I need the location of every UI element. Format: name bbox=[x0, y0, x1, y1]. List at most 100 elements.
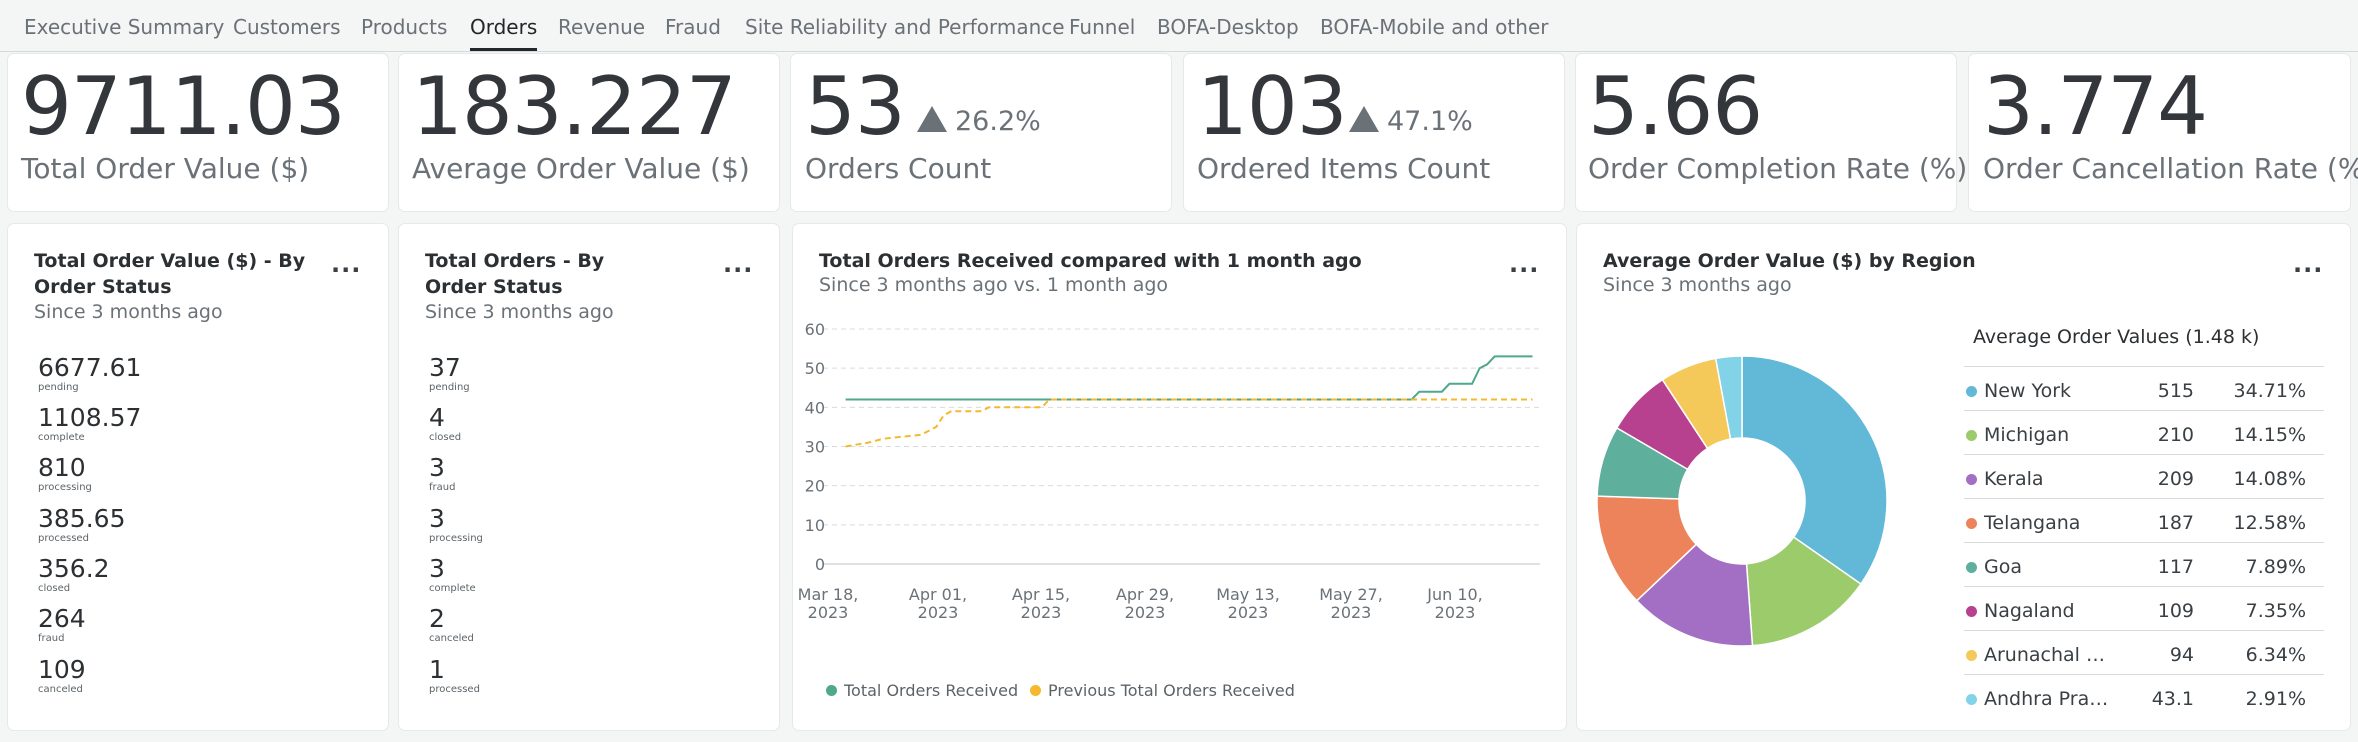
stat-item: 109 canceled bbox=[38, 655, 86, 696]
stat-item: 385.65 processed bbox=[38, 504, 126, 545]
kpi-value: 5.66 bbox=[1588, 60, 1763, 153]
y-tick-label: 50 bbox=[805, 359, 825, 378]
region-color-dot bbox=[1966, 650, 1977, 661]
region-color-dot bbox=[1966, 518, 1977, 529]
y-tick-label: 0 bbox=[815, 555, 825, 574]
region-color-dot bbox=[1966, 474, 1977, 485]
panel-orders-by-status: Total Orders - By Order Status Since 3 m… bbox=[399, 224, 779, 730]
x-tick-label: Apr 29, 2023 bbox=[1116, 585, 1174, 622]
region-table-title: Average Order Values (1.48 k) bbox=[1973, 326, 2260, 348]
kpi-value: 103 bbox=[1197, 60, 1348, 153]
kpi-total-order-value: 9711.03 Total Order Value ($) bbox=[8, 54, 388, 211]
stat-item: 37 pending bbox=[429, 353, 470, 394]
table-row[interactable]: Arunachal Pr... 94 6.34% bbox=[1964, 630, 2324, 674]
kpi-orders-count: 53 26.2% Orders Count bbox=[791, 54, 1171, 211]
series-line-total-orders bbox=[845, 355, 1533, 401]
stat-item: 356.2 closed bbox=[38, 554, 110, 595]
kpi-ordered-items-count: 103 47.1% Ordered Items Count bbox=[1184, 54, 1564, 211]
table-row[interactable]: Michigan 210 14.15% bbox=[1964, 410, 2324, 454]
status-stat-list: 6677.61 pending 1108.57 complete 810 proces… bbox=[38, 354, 338, 724]
region-color-dot bbox=[1966, 430, 1977, 441]
y-tick-label: 20 bbox=[805, 477, 825, 496]
panel-title: Total Order Value ($) - By Order Status bbox=[34, 250, 306, 298]
tab-bofa-mobile[interactable]: BOFA-Mobile and other bbox=[1320, 15, 1548, 39]
series-line-previous-orders bbox=[845, 398, 1533, 448]
tab-customers[interactable]: Customers bbox=[233, 15, 341, 39]
region-table: New York 515 34.71% Michigan 210 14.15% Kera… bbox=[1964, 366, 2326, 730]
kpi-value: 53 bbox=[805, 60, 906, 153]
panel-menu-button[interactable]: ... bbox=[1509, 250, 1539, 278]
panel-menu-button[interactable]: ... bbox=[331, 250, 361, 278]
table-row[interactable]: New York 515 34.71% bbox=[1964, 366, 2324, 410]
legend-previous-orders[interactable]: Previous Total Orders Received bbox=[1030, 681, 1295, 700]
status-stat-list: 37 pending 4 closed 3 fraud 3 processing 3 co… bbox=[429, 354, 729, 724]
panel-subtitle: Since 3 months ago bbox=[34, 301, 223, 323]
stat-item: 1108.57 complete bbox=[38, 403, 142, 444]
stat-item: 3 complete bbox=[429, 554, 476, 595]
trend-up-icon bbox=[1349, 106, 1379, 132]
y-tick-label: 60 bbox=[805, 320, 825, 339]
panel-menu-button[interactable]: ... bbox=[723, 250, 753, 278]
panel-order-value-by-status: Total Order Value ($) - By Order Status … bbox=[8, 224, 388, 730]
kpi-delta-value: 26.2% bbox=[955, 106, 1041, 137]
panel-menu-button[interactable]: ... bbox=[2293, 250, 2323, 278]
dashboard-tabs: Executive Summary Customers Products Ord… bbox=[0, 0, 2358, 52]
region-color-dot bbox=[1966, 606, 1977, 617]
kpi-label: Orders Count bbox=[805, 152, 992, 185]
kpi-label: Average Order Value ($) bbox=[412, 152, 750, 185]
kpi-label: Ordered Items Count bbox=[1197, 152, 1491, 185]
kpi-label: Order Completion Rate (%) bbox=[1588, 152, 1968, 185]
x-tick-label: May 27, 2023 bbox=[1319, 585, 1383, 622]
kpi-value: 3.774 bbox=[1983, 60, 2208, 153]
kpi-label: Total Order Value ($) bbox=[21, 152, 310, 185]
tab-orders[interactable]: Orders bbox=[470, 15, 538, 51]
kpi-average-order-value: 183.227 Average Order Value ($) bbox=[399, 54, 779, 211]
table-row[interactable]: Nagaland 109 7.35% bbox=[1964, 586, 2324, 630]
orders-line-chart: 60 50 40 30 20 10 0 Mar 18, 2023 Apr 01, 2023 Apr 1… bbox=[798, 320, 1540, 622]
table-row[interactable]: Kerala 209 14.08% bbox=[1964, 454, 2324, 498]
panel-orders-comparison: Total Orders Received compared with 1 mo… bbox=[793, 224, 1566, 730]
region-color-dot bbox=[1966, 694, 1977, 705]
table-row[interactable]: Andhra Prad... 43.1 2.91% bbox=[1964, 674, 2324, 718]
tab-executive-summary[interactable]: Executive Summary bbox=[24, 15, 224, 39]
tab-bofa-desktop[interactable]: BOFA-Desktop bbox=[1157, 15, 1299, 39]
tab-revenue[interactable]: Revenue bbox=[558, 15, 645, 39]
y-tick-label: 30 bbox=[805, 438, 825, 457]
stat-item: 3 processing bbox=[429, 504, 483, 545]
stat-item: 810 processing bbox=[38, 453, 92, 494]
panel-title: Average Order Value ($) by Region bbox=[1603, 250, 1976, 272]
x-tick-label: May 13, 2023 bbox=[1216, 585, 1280, 622]
stat-item: 264 fraud bbox=[38, 604, 86, 645]
stat-item: 4 closed bbox=[429, 403, 462, 444]
tab-fraud[interactable]: Fraud bbox=[665, 15, 721, 39]
table-row[interactable]: Telangana 187 12.58% bbox=[1964, 498, 2324, 542]
legend-dot bbox=[1030, 685, 1041, 696]
tab-site-reliability[interactable]: Site Reliability and Performance bbox=[745, 15, 1065, 39]
kpi-label: Order Cancellation Rate (%) bbox=[1983, 152, 2358, 185]
stat-item: 2 canceled bbox=[429, 604, 474, 645]
kpi-delta: 26.2% bbox=[917, 106, 1041, 137]
x-tick-label: Apr 15, 2023 bbox=[1012, 585, 1070, 622]
panel-region: Average Order Value ($) by Region Since … bbox=[1577, 224, 2350, 730]
panel-subtitle: Since 3 months ago bbox=[1603, 274, 1792, 296]
kpi-value: 9711.03 bbox=[21, 60, 346, 153]
legend-dot bbox=[826, 685, 837, 696]
panel-subtitle: Since 3 months ago vs. 1 month ago bbox=[819, 274, 1169, 296]
stat-item: 6677.61 pending bbox=[38, 353, 142, 394]
kpi-value: 183.227 bbox=[412, 60, 737, 153]
panel-title: Total Orders - By Order Status bbox=[425, 250, 605, 298]
x-tick-label: Jun 10, 2023 bbox=[1426, 585, 1483, 622]
tab-funnel[interactable]: Funnel bbox=[1069, 15, 1135, 39]
x-tick-label: Apr 01, 2023 bbox=[909, 585, 967, 622]
region-donut-chart bbox=[1597, 355, 1888, 647]
kpi-order-cancellation-rate: 3.774 Order Cancellation Rate (%) bbox=[1969, 54, 2358, 211]
kpi-delta-value: 47.1% bbox=[1387, 106, 1473, 137]
legend-total-orders[interactable]: Total Orders Received bbox=[826, 681, 1018, 700]
tab-products[interactable]: Products bbox=[361, 15, 447, 39]
y-tick-label: 40 bbox=[805, 398, 825, 417]
panel-subtitle: Since 3 months ago bbox=[425, 301, 614, 323]
table-row[interactable]: Goa 117 7.89% bbox=[1964, 542, 2324, 586]
region-color-dot bbox=[1966, 386, 1977, 397]
y-tick-label: 10 bbox=[805, 516, 825, 535]
x-tick-label: Mar 18, 2023 bbox=[798, 585, 859, 622]
